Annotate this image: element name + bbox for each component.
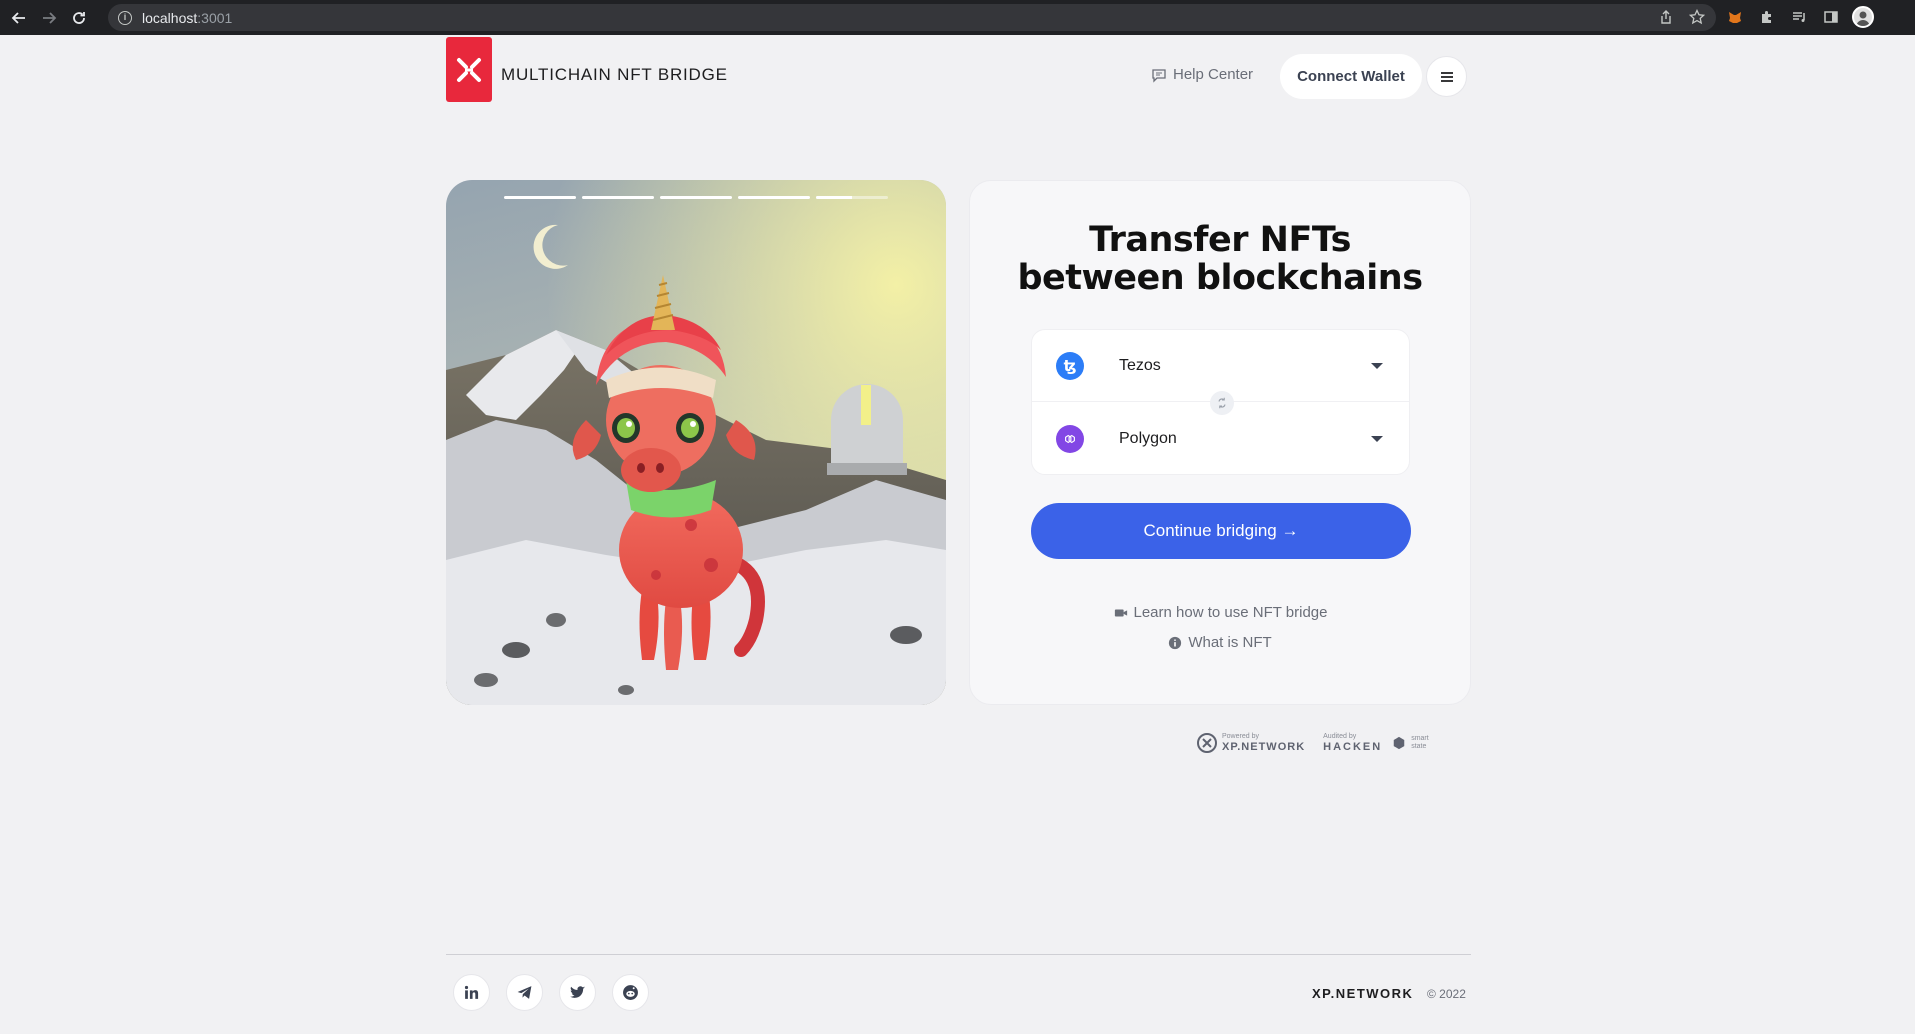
learn-nft-bridge-link[interactable]: Learn how to use NFT bridge — [970, 604, 1470, 621]
social-links — [453, 974, 649, 1011]
powered-audited-badges: Powered by XP.NETWORK Audited by HACKEN … — [1197, 733, 1429, 753]
what-is-nft-link[interactable]: What is NFT — [970, 634, 1470, 651]
footer-copyright: © 2022 — [1427, 987, 1466, 1001]
slide-progress-indicator — [504, 196, 888, 199]
reddit-button[interactable] — [612, 974, 649, 1011]
slide-progress-fill — [660, 196, 732, 199]
menu-icon — [1440, 71, 1453, 82]
address-bar[interactable]: i localhost:3001 — [108, 4, 1716, 31]
browser-toolbar: i localhost:3001 — [0, 0, 1915, 35]
from-chain-name: Tezos — [1119, 356, 1161, 374]
footer-brand: XP.NETWORK — [1312, 986, 1414, 1001]
audited-by-text: Audited by — [1323, 733, 1357, 740]
help-center-link[interactable]: Help Center — [1151, 66, 1253, 83]
slide-progress-segment[interactable] — [816, 196, 888, 199]
twitter-icon — [570, 986, 585, 998]
extensions-puzzle-icon[interactable] — [1756, 6, 1778, 28]
footer-divider — [446, 954, 1471, 955]
slide-progress-fill — [816, 196, 852, 199]
tezos-icon: ꜩ — [1056, 351, 1084, 380]
card-title-line2: between blockchains — [1017, 258, 1423, 298]
nft-showcase-image — [446, 180, 946, 705]
xp-logo[interactable] — [446, 37, 492, 102]
telegram-button[interactable] — [506, 974, 543, 1011]
card-title: Transfer NFTs between blockchains — [970, 221, 1470, 297]
profile-avatar[interactable] — [1852, 6, 1874, 28]
reddit-icon — [623, 985, 638, 1000]
slide-progress-segment[interactable] — [738, 196, 810, 199]
to-chain-name: Polygon — [1119, 430, 1177, 447]
smart-state-line2: state — [1411, 743, 1427, 750]
url-text: localhost:3001 — [142, 10, 232, 26]
powered-by-xp-network[interactable]: Powered by XP.NETWORK — [1197, 733, 1305, 753]
powered-by-text: Powered by — [1222, 733, 1259, 740]
slide-progress-fill — [738, 196, 810, 199]
swap-chains-button[interactable] — [1210, 391, 1234, 415]
unicorn-illustration — [446, 180, 946, 705]
xp-logo-icon — [457, 57, 481, 82]
continue-bridging-button[interactable]: Continue bridging → — [1031, 503, 1411, 559]
card-title-line1: Transfer NFTs — [1089, 220, 1351, 260]
swap-icon — [1218, 397, 1226, 409]
forward-icon[interactable] — [38, 7, 60, 29]
chat-icon — [1152, 68, 1166, 83]
logo-text[interactable]: MULTICHAIN NFT BRIDGE — [501, 65, 728, 85]
audited-by-hacken[interactable]: Audited by HACKEN — [1323, 733, 1382, 753]
smart-state-logo-icon — [1393, 736, 1405, 750]
info-icon — [1169, 636, 1182, 649]
chevron-down-icon — [1371, 436, 1383, 442]
slide-progress-segment[interactable] — [660, 196, 732, 199]
smart-state-badge[interactable]: smart state — [1392, 735, 1429, 751]
chevron-down-icon — [1371, 362, 1383, 369]
hacken-brand: HACKEN — [1323, 741, 1383, 753]
twitter-button[interactable] — [559, 974, 596, 1011]
chain-selector: ꜩ Tezos Polygon — [1031, 329, 1410, 475]
polygon-icon — [1056, 425, 1084, 453]
bookmark-star-icon[interactable] — [1686, 6, 1708, 28]
smart-state-line1: smart — [1411, 735, 1429, 742]
back-icon[interactable] — [8, 7, 30, 29]
hamburger-menu-button[interactable] — [1426, 56, 1467, 97]
url-port: :3001 — [197, 9, 233, 26]
xp-network-brand: XP.NETWORK — [1222, 741, 1306, 753]
video-camera-icon — [1114, 609, 1127, 616]
site-info-icon[interactable]: i — [118, 10, 132, 25]
xp-network-logo-icon — [1197, 733, 1217, 753]
linkedin-button[interactable] — [453, 974, 490, 1011]
bridge-card: Transfer NFTs between blockchains ꜩ Tezo… — [969, 180, 1471, 705]
what-is-nft-label: What is NFT — [1188, 634, 1272, 651]
share-icon[interactable] — [1655, 6, 1677, 28]
telegram-icon — [517, 986, 532, 999]
slide-progress-segment[interactable] — [504, 196, 576, 199]
url-host: localhost — [142, 9, 198, 26]
media-queue-icon[interactable] — [1788, 6, 1810, 28]
metamask-extension-icon[interactable] — [1724, 6, 1746, 28]
connect-wallet-button[interactable]: Connect Wallet — [1280, 54, 1422, 99]
reload-icon[interactable] — [68, 7, 90, 29]
slide-progress-fill — [582, 196, 654, 199]
slide-progress-segment[interactable] — [582, 196, 654, 199]
slide-progress-fill — [504, 196, 576, 199]
learn-link-label: Learn how to use NFT bridge — [1133, 604, 1328, 621]
linkedin-icon — [464, 985, 479, 999]
help-center-label: Help Center — [1173, 66, 1254, 83]
side-panel-icon[interactable] — [1820, 6, 1842, 28]
